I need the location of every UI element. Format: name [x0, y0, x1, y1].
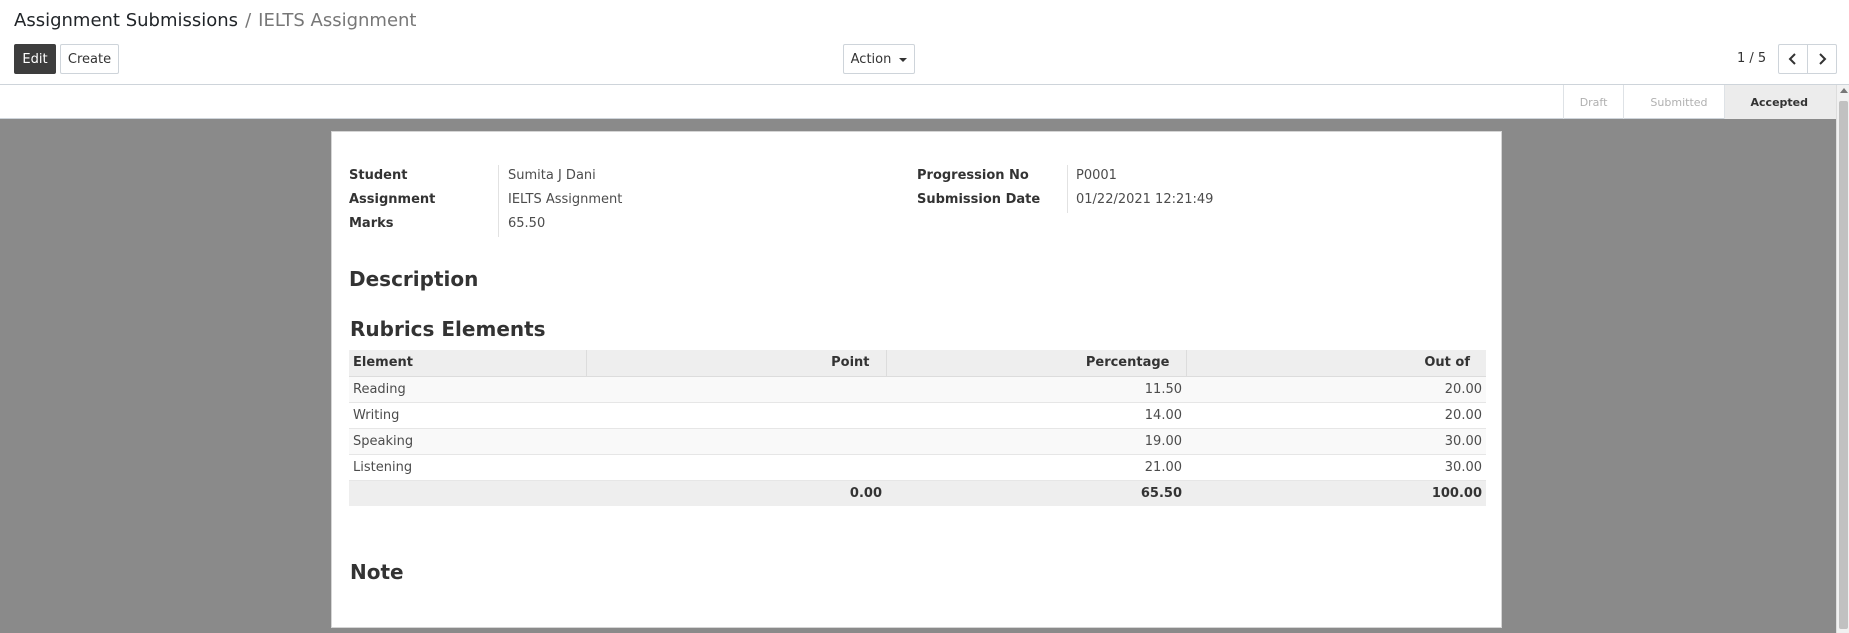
column-header-point[interactable]: Point	[585, 350, 886, 377]
scrollbar[interactable]	[1836, 85, 1849, 633]
control-panel: Assignment Submissions / IELTS Assignmen…	[0, 0, 1849, 85]
cell-point	[586, 454, 886, 481]
status-steps: Draft Submitted Accepted	[1562, 85, 1836, 119]
caret-down-icon	[899, 57, 908, 62]
total-out-of: 100.00	[1186, 480, 1486, 506]
marks-value: 65.50	[508, 216, 546, 231]
cell-point	[586, 428, 886, 455]
total-percentage: 65.50	[886, 480, 1186, 506]
rubrics-header-row: Element Point Percentage Out of	[349, 350, 1486, 377]
column-header-percentage[interactable]: Percentage	[885, 350, 1186, 377]
status-step-draft[interactable]: Draft	[1562, 85, 1624, 119]
action-dropdown-button[interactable]: Action	[843, 44, 915, 74]
table-row[interactable]: Reading 11.50 20.00	[349, 376, 1486, 403]
cell-percentage: 14.00	[886, 402, 1186, 429]
status-step-accepted[interactable]: Accepted	[1723, 85, 1836, 119]
student-value[interactable]: Sumita J Dani	[508, 168, 596, 183]
cell-out-of: 20.00	[1186, 402, 1486, 429]
pager-value[interactable]: 1 / 5	[1737, 51, 1766, 66]
assignment-label: Assignment	[349, 192, 436, 207]
statusbar: Draft Submitted Accepted	[0, 85, 1836, 119]
progression-no-value: P0001	[1076, 168, 1117, 183]
marks-label: Marks	[349, 216, 394, 231]
cell-percentage: 11.50	[886, 376, 1186, 403]
cell-element: Speaking	[349, 428, 586, 455]
cell-percentage: 19.00	[886, 428, 1186, 455]
breadcrumb-parent-link[interactable]: Assignment Submissions	[14, 10, 238, 31]
cell-point	[586, 402, 886, 429]
cell-out-of: 30.00	[1186, 454, 1486, 481]
cell-element: Listening	[349, 454, 586, 481]
table-row[interactable]: Writing 14.00 20.00	[349, 402, 1486, 429]
chevron-right-icon	[1819, 53, 1827, 65]
breadcrumb-separator: /	[245, 10, 252, 31]
breadcrumb: Assignment Submissions / IELTS Assignmen…	[14, 10, 417, 31]
cell-element: Reading	[349, 376, 586, 403]
breadcrumb-current: IELTS Assignment	[258, 10, 417, 31]
cell-element: Writing	[349, 402, 586, 429]
note-heading: Note	[350, 560, 404, 584]
assignment-value[interactable]: IELTS Assignment	[508, 192, 622, 207]
rubrics-heading: Rubrics Elements	[350, 317, 546, 341]
total-point: 0.00	[586, 480, 886, 506]
field-divider-right	[1067, 165, 1068, 213]
form-sheet: Student Sumita J Dani Assignment IELTS A…	[331, 131, 1502, 628]
cell-point	[586, 376, 886, 403]
create-button[interactable]: Create	[60, 44, 119, 74]
pager-next-button[interactable]	[1807, 44, 1837, 74]
total-element-cell	[349, 480, 586, 506]
edit-button[interactable]: Edit	[14, 44, 56, 74]
cell-percentage: 21.00	[886, 454, 1186, 481]
student-label: Student	[349, 168, 408, 183]
field-divider-left	[498, 165, 499, 237]
chevron-left-icon	[1788, 53, 1796, 65]
table-row[interactable]: Listening 21.00 30.00	[349, 454, 1486, 481]
rubrics-table: Element Point Percentage Out of Reading …	[349, 350, 1486, 506]
cell-out-of: 20.00	[1186, 376, 1486, 403]
submission-date-value: 01/22/2021 12:21:49	[1076, 192, 1214, 207]
submission-date-label: Submission Date	[917, 192, 1041, 207]
column-header-element[interactable]: Element	[349, 350, 586, 377]
totals-row: 0.00 65.50 100.00	[349, 480, 1486, 506]
progression-no-label: Progression No	[917, 168, 1029, 183]
scrollbar-thumb[interactable]	[1839, 101, 1848, 629]
description-heading: Description	[349, 267, 479, 291]
pager-previous-button[interactable]	[1778, 44, 1808, 74]
status-step-submitted[interactable]: Submitted	[1623, 85, 1723, 119]
cell-out-of: 30.00	[1186, 428, 1486, 455]
scroll-up-arrow-icon[interactable]	[1840, 88, 1848, 93]
table-row[interactable]: Speaking 19.00 30.00	[349, 428, 1486, 455]
column-header-out-of[interactable]: Out of	[1185, 350, 1486, 377]
action-label: Action	[850, 51, 892, 67]
